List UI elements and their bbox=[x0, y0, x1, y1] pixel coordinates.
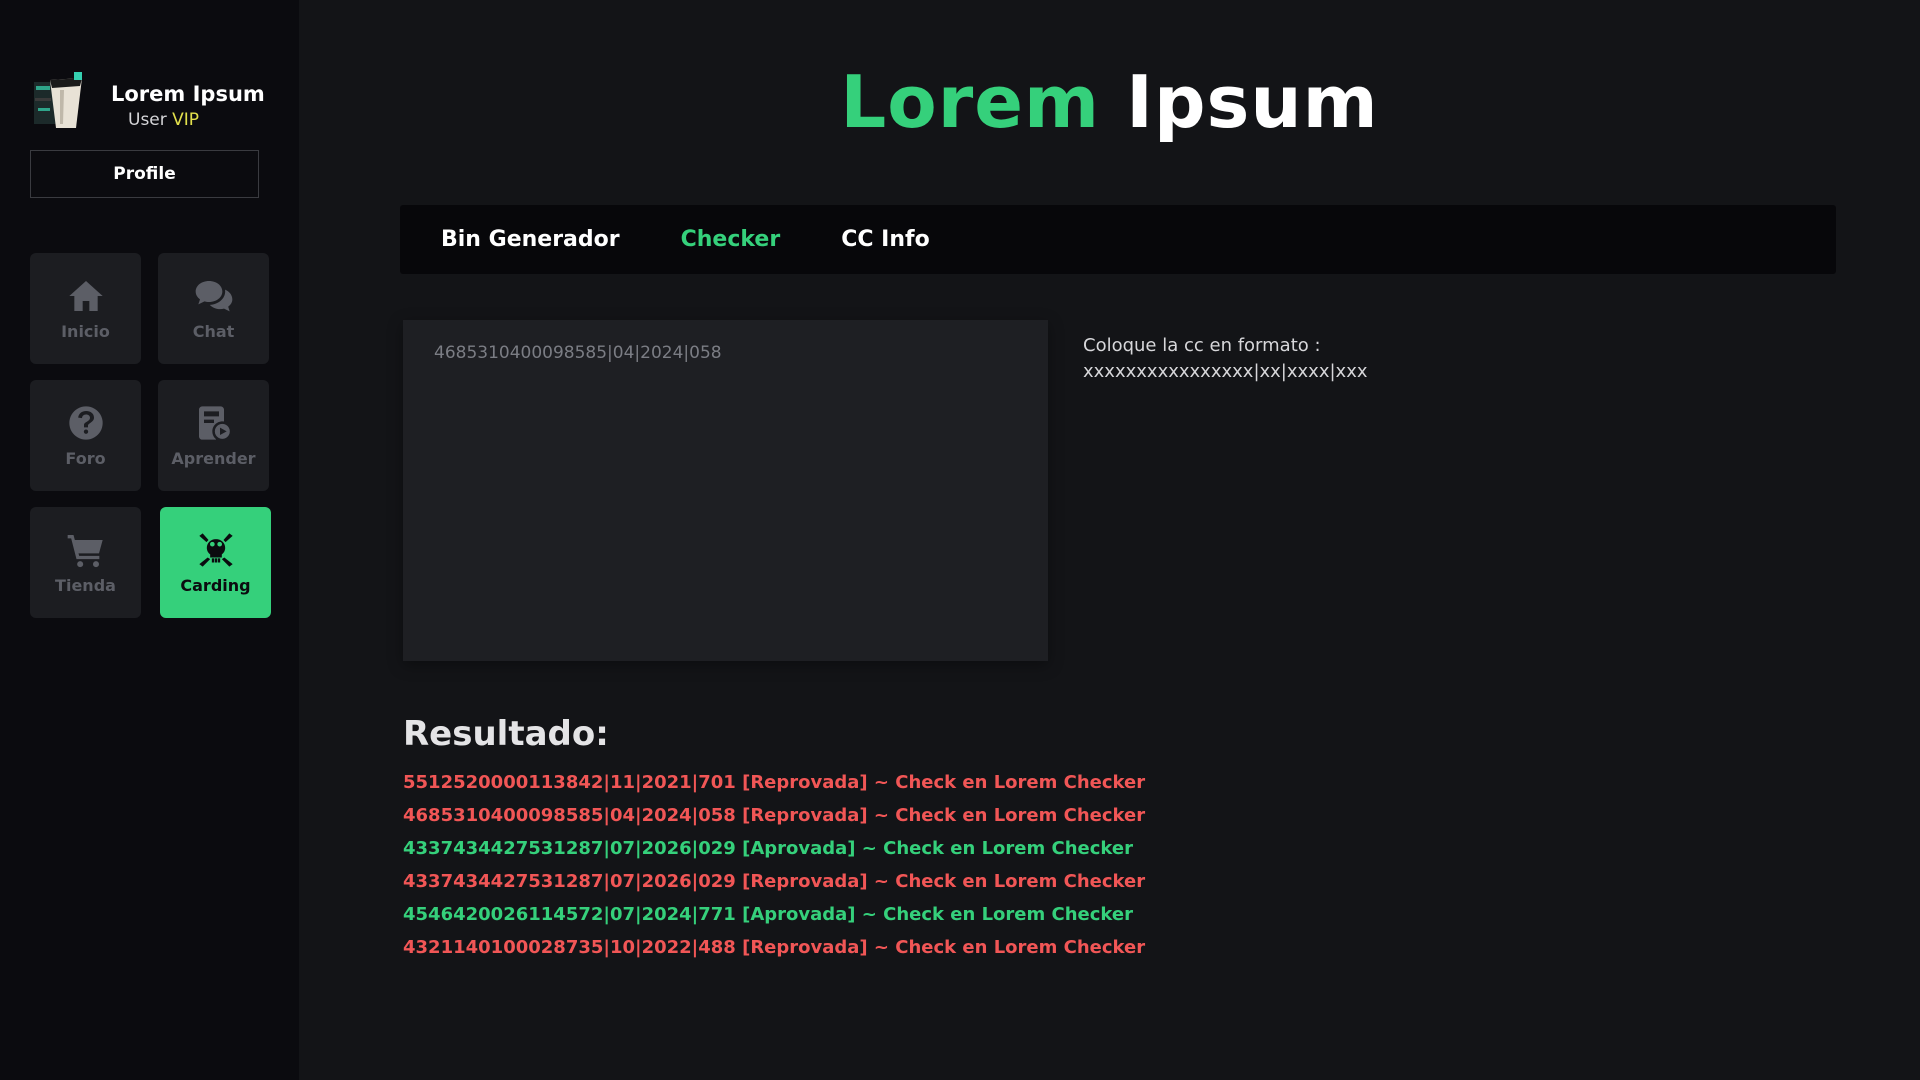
nav-tile-aprender[interactable]: Aprender bbox=[158, 380, 269, 491]
tab-cc-info[interactable]: CC Info bbox=[841, 227, 929, 252]
learn-icon bbox=[198, 406, 230, 440]
format-hint-line2: xxxxxxxxxxxxxxxx|xx|xxxx|xxx bbox=[1083, 361, 1368, 383]
result-item: 4337434427531287|07|2026|029 [Aprovada] … bbox=[403, 838, 1133, 859]
nav-label-chat: Chat bbox=[192, 322, 235, 341]
sidebar: Lorem Ipsum User VIP Profile Inicio Chat… bbox=[0, 0, 299, 1080]
format-hint: Coloque la cc en formato : xxxxxxxxxxxxx… bbox=[1083, 333, 1368, 385]
nav-tile-tienda[interactable]: Tienda bbox=[30, 507, 141, 618]
cc-input[interactable] bbox=[403, 320, 1048, 661]
results-title: Resultado: bbox=[403, 714, 609, 754]
help-icon bbox=[68, 406, 103, 440]
nav-label-inicio: Inicio bbox=[61, 322, 110, 341]
tab-checker[interactable]: Checker bbox=[681, 227, 781, 252]
home-icon bbox=[68, 281, 103, 311]
page-title-part1: Lorem bbox=[840, 60, 1101, 144]
skull-crossbones-icon bbox=[198, 533, 233, 567]
result-item: 5512520000113842|11|2021|701 [Reprovada]… bbox=[403, 772, 1146, 793]
nav-label-aprender: Aprender bbox=[171, 449, 256, 468]
result-item: 4337434427531287|07|2026|029 [Reprovada]… bbox=[403, 871, 1146, 892]
nav-tile-carding[interactable]: Carding bbox=[160, 507, 271, 618]
page-title-part2: Ipsum bbox=[1126, 60, 1379, 144]
result-item: 4685310400098585|04|2024|058 [Reprovada]… bbox=[403, 805, 1146, 826]
nav-label-tienda: Tienda bbox=[55, 576, 116, 595]
nav-tile-inicio[interactable]: Inicio bbox=[30, 253, 141, 364]
tab-bin-generador[interactable]: Bin Generador bbox=[441, 227, 620, 252]
nav-label-carding: Carding bbox=[180, 576, 251, 595]
results-list: 5512520000113842|11|2021|701 [Reprovada]… bbox=[403, 771, 1145, 969]
nav-label-foro: Foro bbox=[65, 449, 106, 468]
tab-bar: Bin Generador Checker CC Info bbox=[400, 205, 1836, 274]
cart-icon bbox=[67, 535, 103, 568]
result-item: 4546420026114572|07|2024|771 [Aprovada] … bbox=[403, 904, 1133, 925]
result-item: 4321140100028735|10|2022|488 [Reprovada]… bbox=[403, 937, 1146, 958]
nav-tile-foro[interactable]: Foro bbox=[30, 380, 141, 491]
chat-icon bbox=[195, 281, 232, 312]
format-hint-line1: Coloque la cc en formato : bbox=[1083, 335, 1321, 356]
profile-button[interactable]: Profile bbox=[30, 150, 259, 198]
page-title: Lorem Ipsum bbox=[0, 60, 1920, 144]
nav-tile-chat[interactable]: Chat bbox=[158, 253, 269, 364]
